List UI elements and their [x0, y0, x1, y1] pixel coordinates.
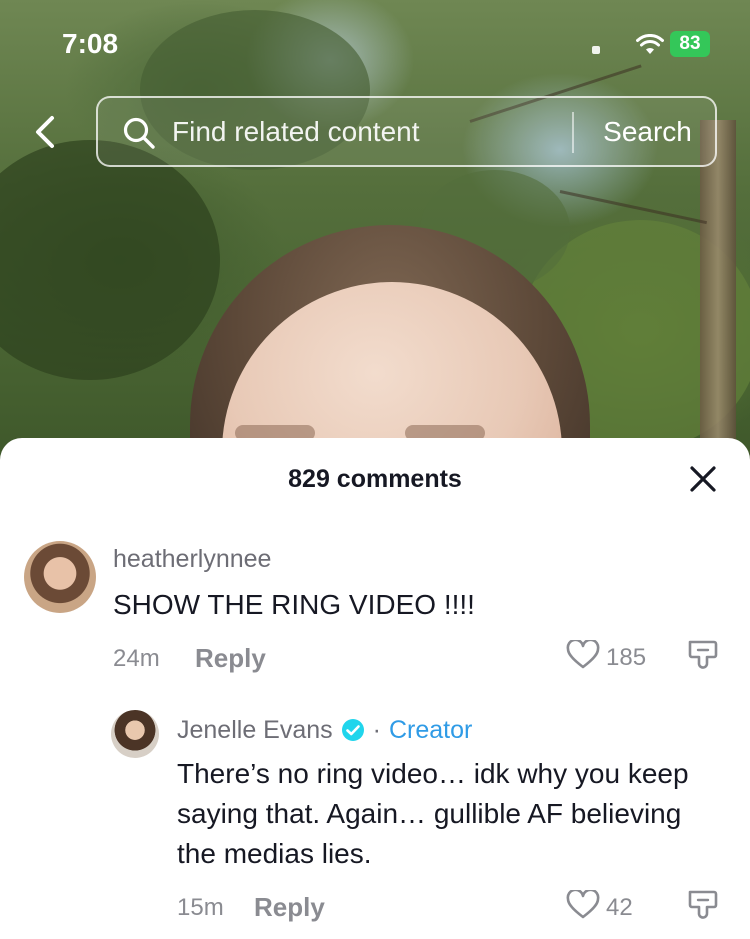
- comment-username[interactable]: heatherlynnee: [113, 545, 271, 574]
- search-button[interactable]: Search: [578, 98, 717, 165]
- comments-count-title: 829 comments: [288, 465, 462, 493]
- dislike-icon[interactable]: [686, 888, 720, 922]
- comments-sheet: 829 comments heatherlynnee SHOW THE RING…: [0, 438, 750, 939]
- status-bar: 7:08 83: [0, 0, 750, 90]
- heart-icon[interactable]: [566, 640, 600, 670]
- avatar[interactable]: [111, 710, 159, 758]
- comment-text: SHOW THE RING VIDEO !!!!: [113, 589, 475, 620]
- wifi-icon: [636, 34, 664, 54]
- verified-badge-icon: [341, 719, 364, 741]
- comment-username[interactable]: Jenelle Evans: [177, 716, 333, 745]
- dislike-icon[interactable]: [686, 638, 720, 672]
- badge-separator: ·: [372, 715, 381, 744]
- avatar[interactable]: [24, 541, 96, 613]
- search-bar: Search: [96, 96, 717, 167]
- reply-author-row: Jenelle Evans · Creator: [177, 715, 472, 745]
- search-divider: [572, 112, 574, 153]
- heart-icon[interactable]: [566, 890, 600, 920]
- tree-branch: [559, 190, 708, 225]
- like-count: 42: [606, 894, 633, 921]
- status-indicator-dot: [592, 46, 600, 54]
- creator-badge: Creator: [388, 715, 473, 744]
- reply-button[interactable]: Reply: [195, 643, 266, 674]
- comment-timestamp: 15m: [177, 894, 224, 921]
- reply-button[interactable]: Reply: [254, 892, 325, 923]
- search-input[interactable]: [172, 110, 562, 154]
- close-icon[interactable]: [686, 462, 720, 496]
- search-icon: [123, 117, 155, 149]
- comment-text: There’s no ring video… idk why you keep …: [177, 758, 689, 869]
- like-count: 185: [606, 644, 647, 671]
- tree-trunk: [700, 120, 736, 470]
- status-time: 7:08: [62, 28, 119, 59]
- comment-timestamp: 24m: [113, 645, 160, 672]
- back-arrow-icon[interactable]: [28, 112, 64, 152]
- battery-indicator: 83: [670, 31, 710, 57]
- foliage-shape: [0, 140, 220, 380]
